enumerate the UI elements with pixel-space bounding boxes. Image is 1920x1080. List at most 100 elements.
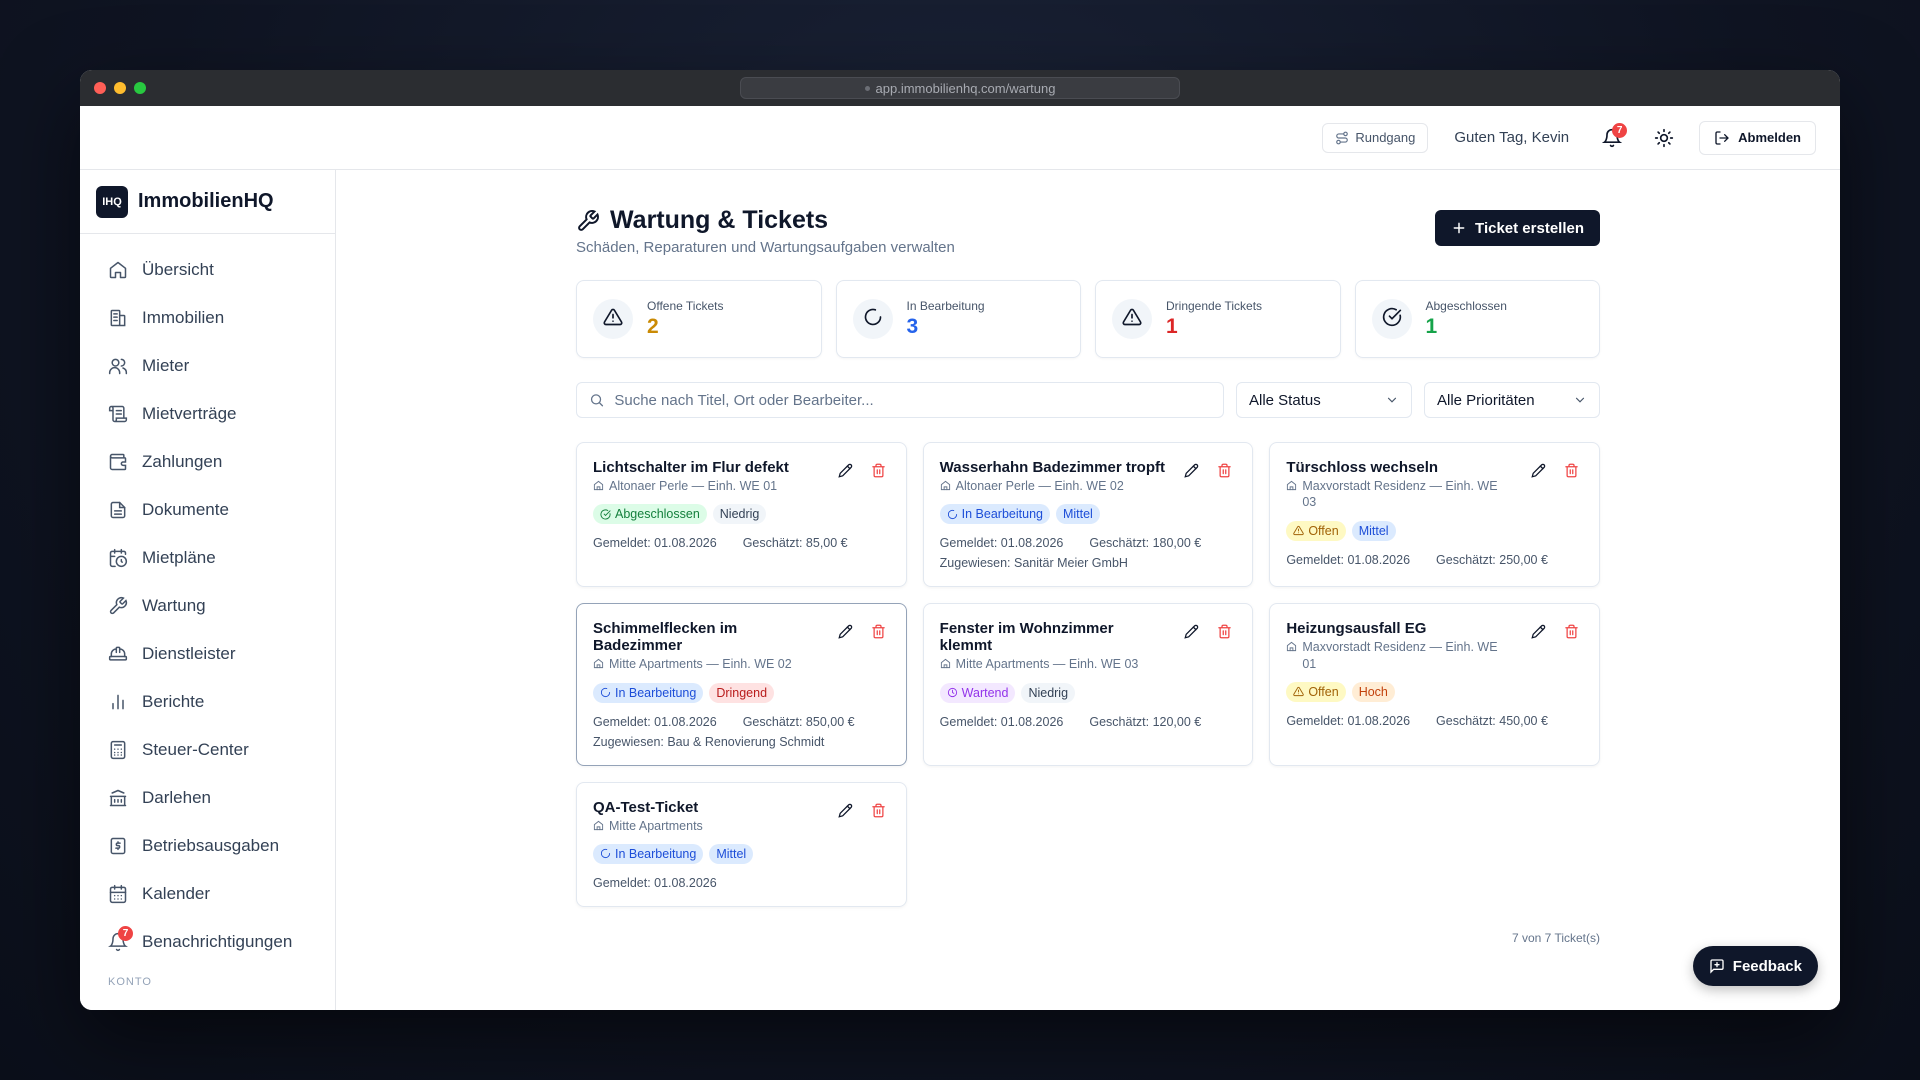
theme-toggle-button[interactable] (1647, 121, 1681, 155)
edit-ticket-button[interactable] (838, 803, 853, 823)
maximize-window-button[interactable] (134, 82, 146, 94)
minimize-window-button[interactable] (114, 82, 126, 94)
edit-ticket-button[interactable] (1184, 624, 1199, 644)
sidebar-item-uebersicht[interactable]: Übersicht (80, 246, 335, 294)
ticket-estimate: Geschätzt: 850,00 € (742, 714, 855, 729)
priority-filter-select[interactable]: Alle Prioritäten (1424, 382, 1600, 418)
status-filter-select[interactable]: Alle Status (1236, 382, 1412, 418)
priority-badge: Hoch (1351, 681, 1395, 702)
tour-button[interactable]: Rundgang (1322, 122, 1429, 153)
ticket-badges: In Bearbeitung Mittel (939, 504, 1237, 525)
priority-badge: Niedrig (1021, 682, 1076, 703)
stat-card: Dringende Tickets 1 (1095, 280, 1341, 358)
sidebar-item-betriebsausgaben[interactable]: Betriebsausgaben (80, 822, 335, 870)
ticket-card[interactable]: Schimmelflecken im Badezimmer Mitte Apar… (576, 603, 907, 766)
sidebar-item-label: Benachrichtigungen (142, 932, 293, 951)
stat-label: Abgeschlossen (1425, 299, 1507, 313)
delete-ticket-button[interactable] (1217, 463, 1232, 483)
trash-icon (871, 624, 885, 639)
priority-badge: Mittel (709, 843, 754, 864)
edit-ticket-button[interactable] (838, 624, 853, 644)
document-icon (110, 501, 126, 519)
delete-ticket-button[interactable] (1564, 624, 1579, 644)
sidebar-item-wartung[interactable]: Wartung (80, 582, 335, 630)
check-circle-icon (600, 509, 611, 520)
status-badge: In Bearbeitung (939, 504, 1050, 525)
logout-label: Abmelden (1738, 130, 1801, 145)
ticket-badges: In Bearbeitung Dringend (593, 682, 890, 703)
pencil-icon (838, 625, 852, 639)
delete-ticket-button[interactable] (871, 624, 886, 644)
search-icon (590, 394, 604, 407)
ticket-card[interactable]: Türschloss wechseln Maxvorstadt Residenz… (1269, 442, 1600, 588)
brand[interactable]: IHQ ImmobilienHQ (80, 170, 335, 234)
search-box[interactable] (576, 382, 1224, 418)
sidebar-item-mietvertraege[interactable]: Mietverträge (80, 390, 335, 438)
delete-ticket-button[interactable] (871, 803, 886, 823)
sidebar-item-berichte[interactable]: Berichte (80, 678, 335, 726)
notifications-button[interactable]: 7 (1595, 121, 1629, 155)
ticket-card[interactable]: Heizungsausfall EG Maxvorstadt Residenz … (1269, 603, 1600, 766)
ticket-count: 7 von 7 Ticket(s) (1511, 930, 1600, 945)
close-window-button[interactable] (94, 82, 106, 94)
sidebar-item-label: Mietpläne (142, 548, 216, 567)
building-icon (940, 480, 950, 491)
ticket-reported: Gemeldet: 01.08.2026 (939, 536, 1064, 551)
edit-ticket-button[interactable] (1531, 463, 1546, 483)
logout-button[interactable]: Abmelden (1699, 120, 1816, 155)
edit-ticket-button[interactable] (1531, 624, 1546, 644)
search-input[interactable] (614, 391, 1223, 409)
bank-icon (109, 789, 127, 807)
sidebar-item-label: Übersicht (142, 260, 214, 279)
ticket-card[interactable]: Wasserhahn Badezimmer tropft Altonaer Pe… (922, 442, 1254, 588)
warning-icon (1293, 686, 1305, 697)
building-icon (940, 659, 950, 669)
stat-label: Dringende Tickets (1166, 299, 1263, 313)
sidebar-item-mietplaene[interactable]: Mietpläne (80, 534, 335, 582)
ticket-meta: Gemeldet: 01.08.2026 Geschätzt: 850,00 € (593, 715, 890, 729)
edit-ticket-button[interactable] (838, 463, 853, 483)
edit-ticket-button[interactable] (1184, 463, 1199, 483)
feedback-button[interactable]: Feedback (1692, 946, 1818, 986)
ticket-actions (838, 624, 886, 644)
ticket-badges: Offen Hoch (1286, 681, 1583, 702)
sidebar-item-zahlungen[interactable]: Zahlungen (80, 438, 335, 486)
sidebar-item-label: Immobilien (142, 308, 225, 327)
ticket-meta: Gemeldet: 01.08.2026 (593, 876, 890, 890)
ticket-reported: Gemeldet: 01.08.2026 (1286, 713, 1411, 728)
delete-ticket-button[interactable] (1217, 624, 1232, 644)
sidebar-item-dienstleister[interactable]: Dienstleister (80, 630, 335, 678)
sun-icon (1654, 128, 1674, 147)
delete-ticket-button[interactable] (1564, 463, 1579, 483)
create-ticket-button[interactable]: Ticket erstellen (1435, 210, 1600, 246)
sidebar-item-mieter[interactable]: Mieter (80, 342, 335, 390)
sidebar-item-label: Zahlungen (142, 452, 223, 471)
chevron-down-icon (1575, 397, 1585, 403)
sidebar-item-immobilien[interactable]: Immobilien (80, 294, 335, 342)
address-bar[interactable]: app.immobilienhq.com/wartung (740, 77, 1180, 99)
delete-ticket-button[interactable] (871, 463, 886, 483)
spinner-icon (600, 848, 611, 859)
pencil-icon (1531, 463, 1546, 478)
ticket-card[interactable]: Fenster im Wohnzimmer klemmt Mitte Apart… (922, 603, 1254, 766)
app-topbar: Rundgang Guten Tag, Kevin 7 Abmelden (80, 106, 1840, 170)
brand-logo: IHQ (96, 185, 128, 218)
lock-icon (864, 85, 870, 91)
sidebar-item-steuer-center[interactable]: Steuer-Center (80, 726, 335, 774)
ticket-estimate: Geschätzt: 85,00 € (742, 536, 848, 551)
ticket-badges: In Bearbeitung Mittel (593, 843, 890, 864)
sidebar-section-label: KONTO (108, 976, 152, 988)
bar-chart-icon (112, 694, 124, 710)
sidebar-item-kalender[interactable]: Kalender (80, 870, 335, 918)
warning-icon (1122, 307, 1142, 332)
priority-filter-value: Alle Prioritäten (1437, 391, 1535, 409)
sidebar-item-darlehen[interactable]: Darlehen (80, 774, 335, 822)
logout-icon (1715, 130, 1730, 145)
ticket-card[interactable]: Lichtschalter im Flur defekt Altonaer Pe… (576, 442, 907, 588)
status-badge: Offen (1286, 520, 1346, 541)
sidebar-item-benachrichtigungen[interactable]: 7 Benachrichtigungen (80, 918, 335, 966)
stats-row: Offene Tickets 2 In Bearbeitung 3 Dringe… (576, 280, 1600, 358)
ticket-card[interactable]: QA-Test-Ticket Mitte Apartments In Bearb… (576, 781, 907, 907)
ticket-assignee: Zugewiesen: Sanitär Meier GmbH (939, 556, 1128, 571)
sidebar-item-dokumente[interactable]: Dokumente (80, 486, 335, 534)
